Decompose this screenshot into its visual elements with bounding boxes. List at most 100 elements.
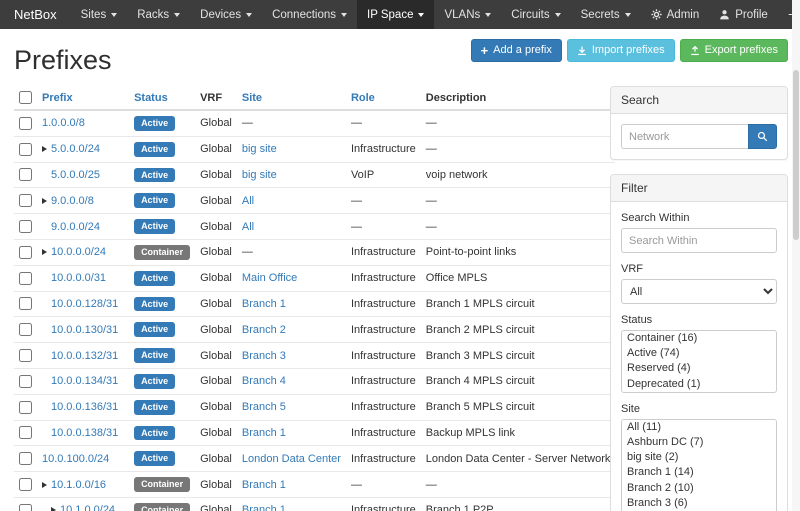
row-checkbox[interactable] xyxy=(19,504,32,511)
prefix-link[interactable]: 10.0.0.128/31 xyxy=(51,298,118,310)
row-checkbox[interactable] xyxy=(19,426,32,439)
site-link[interactable]: Branch 1 xyxy=(242,298,286,310)
site-value: — xyxy=(242,117,253,129)
prefix-link[interactable]: 10.0.100.0/24 xyxy=(42,453,109,465)
prefix-link[interactable]: 10.0.0.0/31 xyxy=(51,272,106,284)
site-value: — xyxy=(242,246,253,258)
search-input[interactable] xyxy=(621,124,748,149)
nav-item-racks[interactable]: Racks xyxy=(127,0,190,29)
site-select[interactable]: All (11)Ashburn DC (7)big site (2)Branch… xyxy=(621,419,777,511)
prefix-link[interactable]: 10.0.0.130/31 xyxy=(51,324,118,336)
site-link[interactable]: big site xyxy=(242,143,277,155)
select-option[interactable]: Deprecated (1) xyxy=(622,377,776,392)
column-header-prefix[interactable]: Prefix xyxy=(42,92,73,104)
prefix-link[interactable]: 10.1.0.0/16 xyxy=(51,479,106,491)
prefix-link[interactable]: 5.0.0.0/25 xyxy=(51,169,100,181)
prefix-link[interactable]: 9.0.0.0/24 xyxy=(51,221,100,233)
nav-item-ip-space[interactable]: IP Space xyxy=(357,0,434,29)
vrf-value: Global xyxy=(200,298,232,310)
site-link[interactable]: big site xyxy=(242,169,277,181)
nav-item-secrets[interactable]: Secrets xyxy=(571,0,641,29)
select-option[interactable]: All (11) xyxy=(622,420,776,435)
row-checkbox[interactable] xyxy=(19,375,32,388)
select-option[interactable]: Branch 1 (14) xyxy=(622,465,776,480)
row-checkbox[interactable] xyxy=(19,117,32,130)
select-option[interactable]: Branch 2 (10) xyxy=(622,481,776,496)
site-link[interactable]: Branch 5 xyxy=(242,401,286,413)
prefix-link[interactable]: 10.0.0.132/31 xyxy=(51,350,118,362)
search-within-input[interactable] xyxy=(621,228,777,253)
site-link[interactable]: All xyxy=(242,221,254,233)
select-option[interactable]: Container (16) xyxy=(622,331,776,346)
select-option[interactable]: Active (74) xyxy=(622,346,776,361)
prefix-link[interactable]: 5.0.0.0/24 xyxy=(51,143,100,155)
caret-right-icon[interactable] xyxy=(51,507,56,511)
status-select[interactable]: Container (16)Active (74)Reserved (4)Dep… xyxy=(621,330,777,393)
prefix-link[interactable]: 9.0.0.0/8 xyxy=(51,195,94,207)
select-option[interactable]: Branch 3 (6) xyxy=(622,496,776,511)
row-checkbox[interactable] xyxy=(19,143,32,156)
site-link[interactable]: Branch 1 xyxy=(242,479,286,491)
filter-panel-title: Filter xyxy=(611,175,787,202)
select-option[interactable]: Reserved (4) xyxy=(622,361,776,376)
nav-item-vlans[interactable]: VLANs xyxy=(434,0,501,29)
export-prefixes-button[interactable]: Export prefixes xyxy=(680,39,788,62)
caret-right-icon[interactable] xyxy=(42,198,47,204)
nav-item-label: Admin xyxy=(667,9,700,21)
row-checkbox[interactable] xyxy=(19,452,32,465)
table-row: 10.0.0.138/31ActiveGlobalBranch 1Infrast… xyxy=(14,420,615,446)
scrollbar-thumb[interactable] xyxy=(793,70,799,240)
row-checkbox[interactable] xyxy=(19,168,32,181)
caret-right-icon[interactable] xyxy=(42,146,47,152)
prefix-link[interactable]: 10.0.0.134/31 xyxy=(51,375,118,387)
caret-right-icon[interactable] xyxy=(42,482,47,488)
prefix-link[interactable]: 1.0.0.0/8 xyxy=(42,117,85,129)
row-checkbox[interactable] xyxy=(19,401,32,414)
prefix-link[interactable]: 10.0.0.0/24 xyxy=(51,246,106,258)
row-checkbox[interactable] xyxy=(19,220,32,233)
site-link[interactable]: Branch 3 xyxy=(242,350,286,362)
row-checkbox[interactable] xyxy=(19,478,32,491)
row-checkbox[interactable] xyxy=(19,349,32,362)
select-all-checkbox[interactable] xyxy=(19,91,32,104)
site-link[interactable]: Main Office xyxy=(242,272,297,284)
row-checkbox[interactable] xyxy=(19,194,32,207)
nav-item-devices[interactable]: Devices xyxy=(190,0,262,29)
search-button[interactable] xyxy=(748,124,777,149)
prefix-link[interactable]: 10.0.0.136/31 xyxy=(51,401,118,413)
main-row: Prefix Status VRF Site Role Description … xyxy=(14,86,788,511)
status-badge: Active xyxy=(134,193,175,208)
site-link[interactable]: All xyxy=(242,195,254,207)
nav-item-admin[interactable]: Admin xyxy=(641,0,710,29)
import-prefixes-button[interactable]: Import prefixes xyxy=(567,39,675,62)
select-option[interactable]: Ashburn DC (7) xyxy=(622,435,776,450)
column-header-status[interactable]: Status xyxy=(134,92,168,104)
status-badge: Container xyxy=(134,477,190,492)
site-link[interactable]: London Data Center xyxy=(242,453,341,465)
row-checkbox[interactable] xyxy=(19,323,32,336)
nav-item-circuits[interactable]: Circuits xyxy=(501,0,570,29)
nav-item-connections[interactable]: Connections xyxy=(262,0,357,29)
site-link[interactable]: Branch 1 xyxy=(242,504,286,511)
site-link[interactable]: Branch 1 xyxy=(242,427,286,439)
page-scrollbar[interactable] xyxy=(792,0,800,511)
nav-item-sites[interactable]: Sites xyxy=(71,0,128,29)
prefix-table: Prefix Status VRF Site Role Description … xyxy=(14,86,615,511)
site-link[interactable]: Branch 4 xyxy=(242,375,286,387)
select-option[interactable]: big site (2) xyxy=(622,450,776,465)
caret-right-icon[interactable] xyxy=(42,249,47,255)
prefix-link[interactable]: 10.1.0.0/24 xyxy=(60,504,115,511)
prefix-link[interactable]: 10.0.0.138/31 xyxy=(51,427,118,439)
row-checkbox[interactable] xyxy=(19,272,32,285)
nav-item-profile[interactable]: Profile xyxy=(709,0,778,29)
site-link[interactable]: Branch 2 xyxy=(242,324,286,336)
brand-link[interactable]: NetBox xyxy=(0,0,71,29)
column-header-site[interactable]: Site xyxy=(242,92,262,104)
magnifier-icon xyxy=(757,131,768,142)
vrf-select[interactable]: All xyxy=(621,279,777,304)
row-checkbox[interactable] xyxy=(19,246,32,259)
row-checkbox[interactable] xyxy=(19,297,32,310)
add-prefix-button[interactable]: + Add a prefix xyxy=(471,39,562,62)
nav-item-label: Sites xyxy=(81,9,107,21)
column-header-role[interactable]: Role xyxy=(351,92,375,104)
